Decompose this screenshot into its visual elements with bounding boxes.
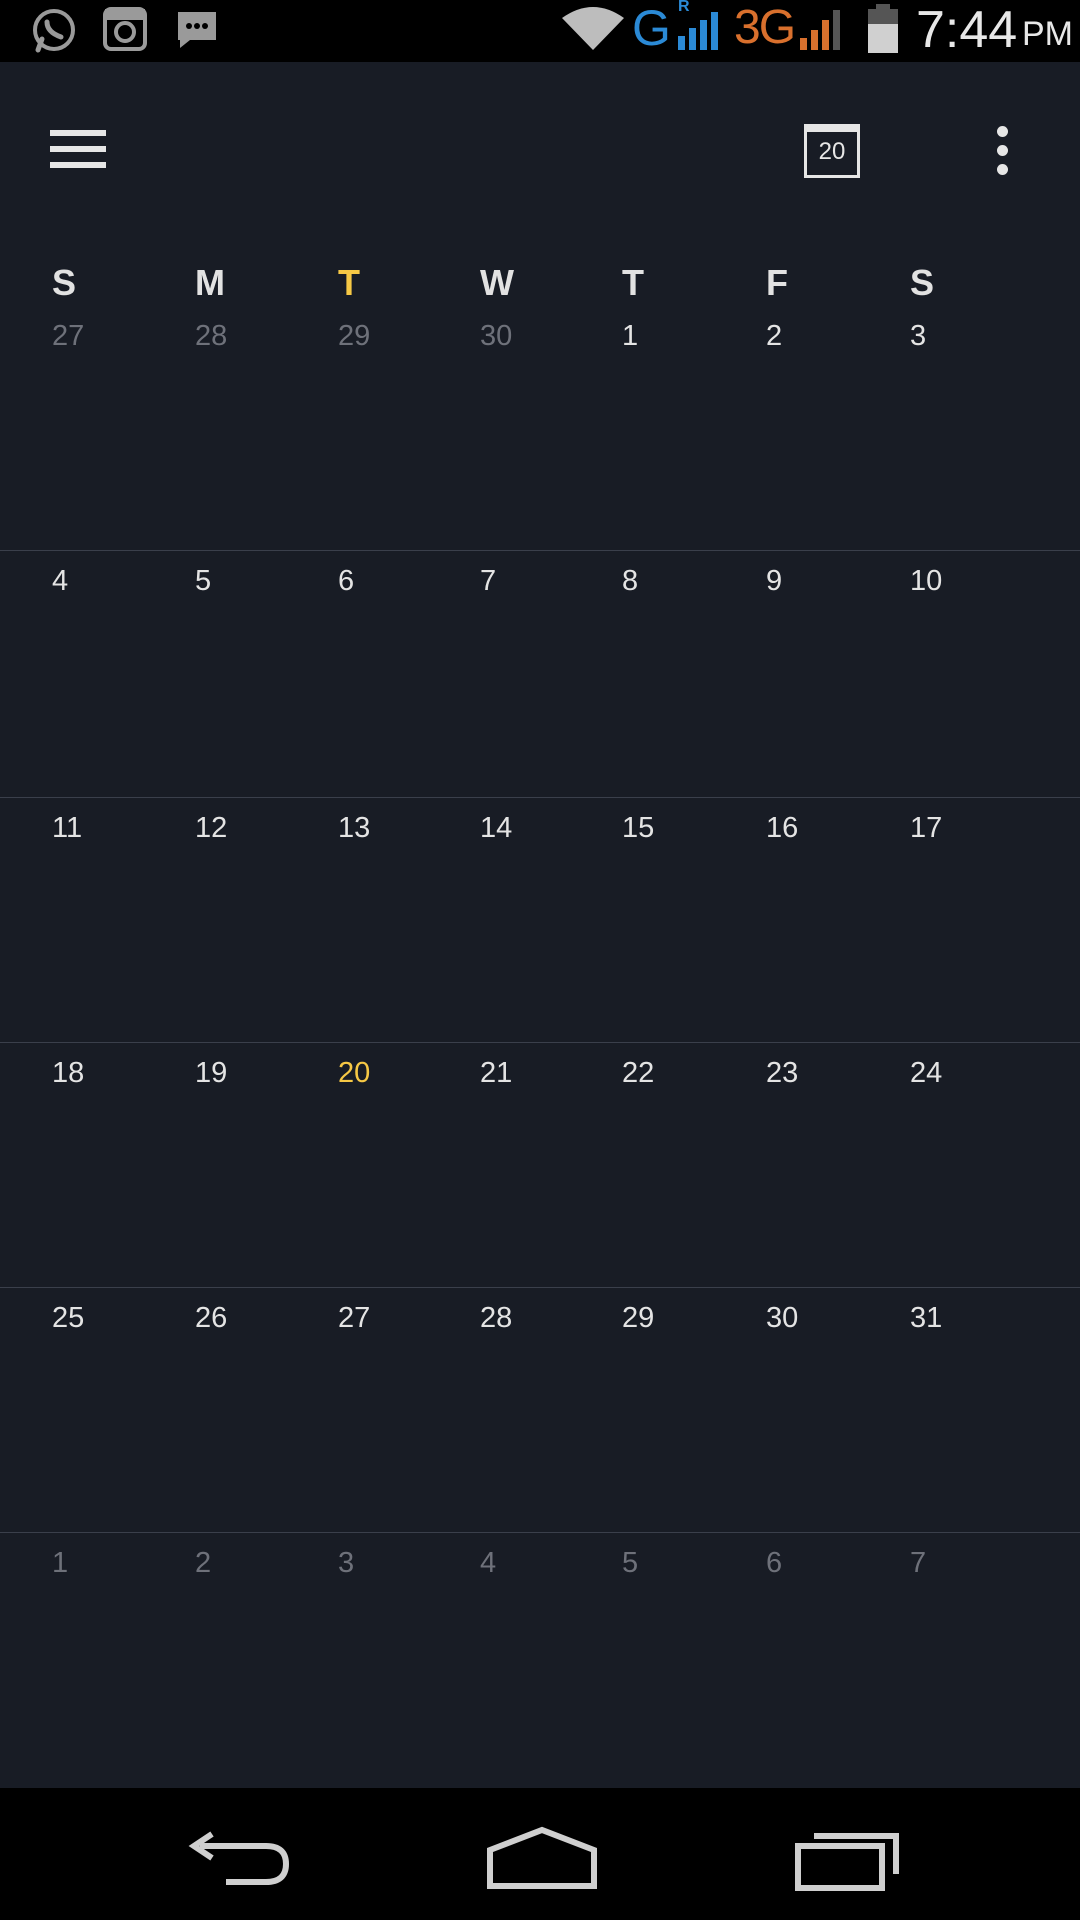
signal-blue-icon — [676, 6, 728, 52]
more-options-icon[interactable] — [990, 126, 1014, 176]
day-cell[interactable]: 19 — [195, 1057, 227, 1090]
app-toolbar: 20 — [0, 62, 1080, 242]
whatsapp-icon — [30, 6, 78, 54]
day-cell[interactable]: 17 — [910, 812, 942, 845]
day-cell[interactable]: 6 — [338, 565, 354, 598]
week-row[interactable]: 25 26 27 28 29 30 31 — [0, 1287, 1080, 1533]
weekday-label: W — [480, 262, 514, 303]
navigation-bar — [0, 1788, 1080, 1920]
network-type-3g: 3G — [734, 1, 796, 54]
home-icon[interactable] — [486, 1826, 598, 1892]
day-cell[interactable]: 14 — [480, 812, 512, 845]
week-row[interactable]: 27 28 29 30 1 2 3 — [0, 318, 1080, 548]
instagram-icon — [102, 6, 148, 52]
status-bar: G R 3G 7:44 PM — [0, 0, 1080, 62]
clock-ampm: PM — [1022, 15, 1073, 53]
recent-apps-icon[interactable] — [794, 1830, 902, 1892]
go-to-today-button[interactable]: 20 — [804, 124, 860, 178]
day-cell[interactable]: 8 — [622, 565, 638, 598]
day-cell[interactable]: 2 — [766, 320, 782, 353]
back-icon[interactable] — [186, 1830, 292, 1892]
day-cell[interactable]: 16 — [766, 812, 798, 845]
weekday-label: S — [52, 262, 77, 303]
day-cell[interactable]: 12 — [195, 812, 227, 845]
day-cell[interactable]: 27 — [338, 1302, 370, 1335]
clock-time: 7:44 — [916, 1, 1018, 59]
day-cell[interactable]: 7 — [480, 565, 496, 598]
day-cell[interactable]: 25 — [52, 1302, 84, 1335]
day-cell[interactable]: 28 — [480, 1302, 512, 1335]
day-cell[interactable]: 11 — [52, 812, 82, 845]
day-cell[interactable]: 24 — [910, 1057, 942, 1090]
day-cell[interactable]: 27 — [52, 320, 84, 353]
day-cell[interactable]: 21 — [480, 1057, 512, 1090]
week-row[interactable]: 11 12 13 14 15 16 17 — [0, 797, 1080, 1043]
day-cell[interactable]: 28 — [195, 320, 227, 353]
day-cell[interactable]: 5 — [622, 1547, 638, 1580]
weekday-label: S — [910, 262, 935, 303]
day-cell[interactable]: 6 — [766, 1547, 782, 1580]
weekday-label: T — [338, 262, 360, 303]
day-cell[interactable]: 10 — [910, 565, 942, 598]
day-cell[interactable]: 31 — [910, 1302, 942, 1335]
weekday-label: T — [622, 262, 644, 303]
week-row[interactable]: 4 5 6 7 8 9 10 — [0, 550, 1080, 796]
signal-orange-icon — [798, 6, 848, 52]
day-cell[interactable]: 13 — [338, 812, 370, 845]
day-cell[interactable]: 5 — [195, 565, 211, 598]
day-cell[interactable]: 4 — [480, 1547, 496, 1580]
battery-icon — [866, 4, 900, 54]
weekday-label: M — [195, 262, 225, 303]
sms-icon — [174, 6, 220, 52]
wifi-icon — [560, 4, 626, 52]
day-cell[interactable]: 30 — [766, 1302, 798, 1335]
week-row[interactable]: 1 2 3 4 5 6 7 — [0, 1532, 1080, 1778]
weekday-label: F — [766, 262, 788, 303]
day-cell[interactable]: 1 — [622, 320, 638, 353]
day-cell[interactable]: 3 — [338, 1547, 354, 1580]
day-cell[interactable]: 9 — [766, 565, 782, 598]
day-cell[interactable]: 30 — [480, 320, 512, 353]
day-cell[interactable]: 22 — [622, 1057, 654, 1090]
day-cell[interactable]: 29 — [622, 1302, 654, 1335]
week-row[interactable]: 18 19 20 21 22 23 24 — [0, 1042, 1080, 1288]
day-cell-today[interactable]: 20 — [338, 1057, 370, 1090]
day-cell[interactable]: 7 — [910, 1547, 926, 1580]
menu-icon[interactable] — [50, 130, 116, 186]
day-cell[interactable]: 15 — [622, 812, 654, 845]
day-cell[interactable]: 29 — [338, 320, 370, 353]
day-cell[interactable]: 1 — [52, 1547, 68, 1580]
day-cell[interactable]: 4 — [52, 565, 68, 598]
day-cell[interactable]: 2 — [195, 1547, 211, 1580]
day-cell[interactable]: 3 — [910, 320, 926, 353]
day-cell[interactable]: 26 — [195, 1302, 227, 1335]
network-type-g: G — [632, 0, 671, 56]
day-cell[interactable]: 23 — [766, 1057, 798, 1090]
day-cell[interactable]: 18 — [52, 1057, 84, 1090]
